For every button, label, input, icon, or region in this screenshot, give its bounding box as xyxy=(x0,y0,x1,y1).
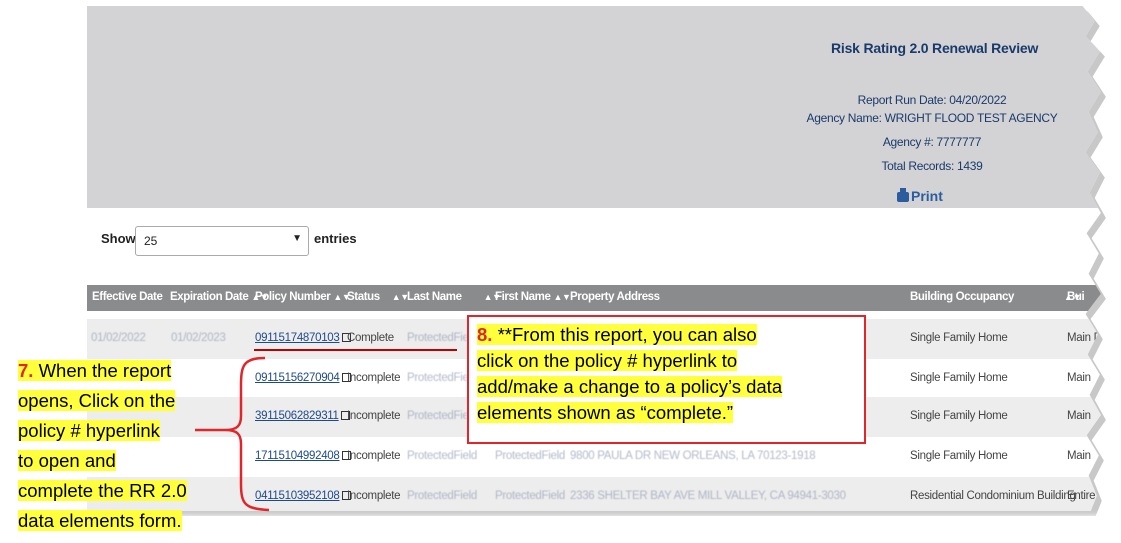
step-8-line-2: click on the policy # hyperlink to xyxy=(477,348,856,374)
report-title: Risk Rating 2.0 Renewal Review xyxy=(831,40,1039,56)
col-expiration-label: Expiration Date xyxy=(170,291,249,303)
occupancy-cell: Single Family Home xyxy=(910,450,1008,462)
status-cell: Incomplete xyxy=(347,372,401,384)
print-button[interactable]: Print xyxy=(897,188,943,204)
step-8-text-1: **From this report, you can also xyxy=(492,324,757,345)
property-address-cell: 9800 PAULA DR NEW ORLEANS, LA 70123-1918 xyxy=(570,450,816,462)
total-records: Total Records: 1439 xyxy=(881,159,983,173)
col-building[interactable]: Bui xyxy=(1067,291,1085,303)
building-cell: Entire xyxy=(1067,490,1096,502)
status-cell: Incomplete xyxy=(347,450,401,462)
occupancy-cell: Single Family Home xyxy=(910,372,1008,384)
col-status[interactable]: Status ▲▼ xyxy=(347,291,409,303)
table-header: Effective Date Expiration Date ▲▼ Policy … xyxy=(87,285,1101,311)
step-7-text-1: When the report xyxy=(33,360,172,381)
col-effective-date[interactable]: Effective Date xyxy=(92,291,163,303)
entries-label: entries xyxy=(314,231,357,246)
status-cell: Incomplete xyxy=(347,490,401,502)
expiration-date-cell: 01/02/2023 xyxy=(171,332,226,344)
status-cell: Incomplete xyxy=(347,410,401,422)
policy-link-underline-marker xyxy=(254,349,457,351)
col-building-occupancy[interactable]: Building Occupancy ▲▼ xyxy=(910,291,1081,303)
first-name-cell: ProtectedField xyxy=(495,450,565,462)
col-policy-number[interactable]: Policy Number ▲▼ xyxy=(255,291,351,303)
col-expiration-date[interactable]: Expiration Date ▲▼ xyxy=(170,291,269,303)
step-8-number: 8. xyxy=(477,324,493,345)
effective-date-cell: 01/02/2022 xyxy=(91,332,146,344)
col-property-address[interactable]: Property Address xyxy=(570,291,660,303)
report-meta: Report Run Date: 04/20/2022 Agency Name:… xyxy=(787,88,1077,178)
step-7-text-6: data elements form. xyxy=(18,510,182,531)
step-7-text-2: opens, Click on the xyxy=(18,390,176,411)
step-7-text-4: to open and xyxy=(18,450,116,471)
first-name-cell: ProtectedField xyxy=(495,490,565,502)
step-8-text-3: add/make a change to a policy’s data xyxy=(477,376,783,397)
policy-number-text[interactable]: 09115174870103 xyxy=(255,332,340,344)
occupancy-cell: Single Family Home xyxy=(910,410,1008,422)
col-policy-label: Policy Number xyxy=(255,291,331,303)
col-last-name[interactable]: Last Name ▲▼ xyxy=(407,291,501,303)
occupancy-cell: Residential Condominium Building xyxy=(910,490,1076,502)
occupancy-cell: Single Family Home xyxy=(910,332,1008,344)
step-7-number: 7. xyxy=(18,360,34,381)
policy-number-link[interactable]: 09115174870103 xyxy=(255,332,351,344)
printer-icon xyxy=(897,188,909,202)
last-name-cell: ProtectedField xyxy=(407,450,477,462)
agency-name: Agency Name: WRIGHT FLOOD TEST AGENCY xyxy=(806,111,1058,125)
entries-selected-value: 25 xyxy=(144,234,158,248)
col-status-label: Status xyxy=(347,291,380,303)
col-first-label: First Name xyxy=(495,291,551,303)
step-7-text-5: complete the RR 2.0 xyxy=(18,480,187,501)
report-header: Risk Rating 2.0 Renewal Review Report Ru… xyxy=(87,6,1101,208)
last-name-cell: ProtectedField xyxy=(407,490,477,502)
status-cell: Complete xyxy=(347,332,394,344)
col-occupancy-label: Building Occupancy xyxy=(910,291,1014,303)
building-cell: Main xyxy=(1067,410,1091,422)
step-8-line-4: elements shown as “complete.” xyxy=(477,400,856,426)
col-last-label: Last Name xyxy=(407,291,462,303)
building-cell: Main xyxy=(1067,450,1091,462)
step-8-text-2: click on the policy # hyperlink to xyxy=(477,350,738,371)
col-first-name[interactable]: First Name ▲▼ xyxy=(495,291,571,303)
sort-icon: ▲▼ xyxy=(553,292,571,302)
show-label: Show xyxy=(101,231,136,246)
step-8-line-1: 8. **From this report, you can also xyxy=(477,322,856,348)
property-address-cell: 2336 SHELTER BAY AVE MILL VALLEY, CA 949… xyxy=(570,490,846,502)
step-8-line-3: add/make a change to a policy’s data xyxy=(477,374,856,400)
entries-select[interactable]: 25 ▼ xyxy=(135,226,309,256)
step-8-text-4: elements shown as “complete.” xyxy=(477,402,734,423)
print-label: Print xyxy=(911,188,943,204)
curly-brace-icon xyxy=(195,356,270,512)
chevron-down-icon: ▼ xyxy=(292,233,302,244)
agency-number: Agency #: 7777777 xyxy=(882,135,982,149)
building-cell: Main xyxy=(1067,372,1091,384)
step-8-callout: 8. **From this report, you can also clic… xyxy=(467,315,866,444)
step-7-text-3: policy # hyperlink xyxy=(18,420,160,441)
